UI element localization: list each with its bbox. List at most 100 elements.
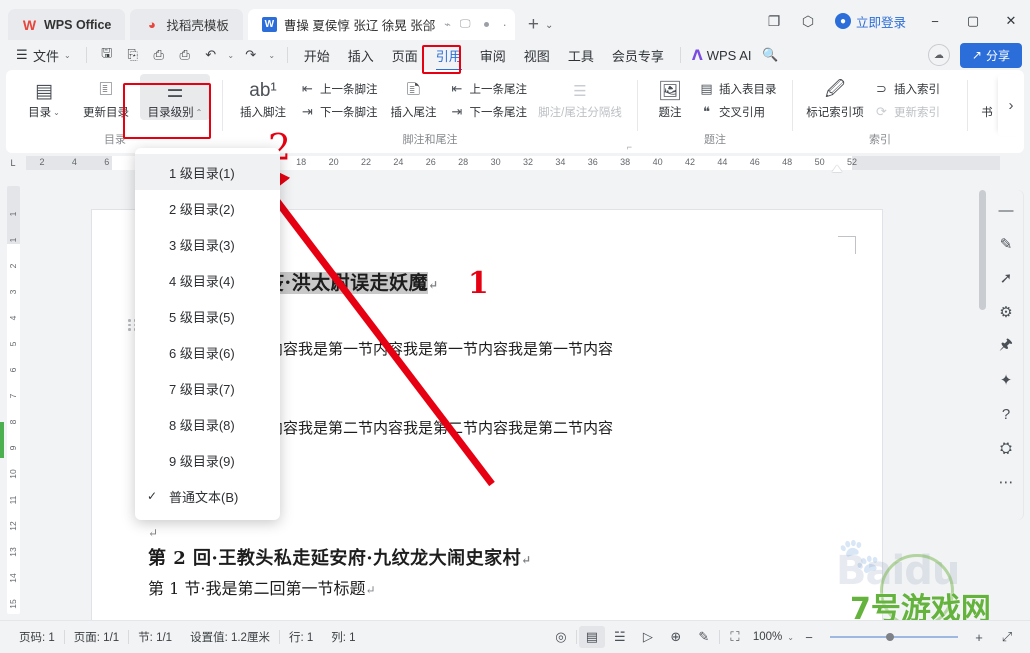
dropdown-item-1[interactable]: 1 级目录(1) [135,154,280,190]
caption-button[interactable]: 🖼 题注 [646,74,694,120]
dropdown-item-7[interactable]: 7 级目录(7) [135,370,280,406]
search-icon[interactable]: 🔍 [757,44,783,66]
pen-tool-icon[interactable]: ✎ [691,626,717,648]
status-page-number[interactable]: 页码: 1 [10,629,64,645]
status-setting-value[interactable]: 设置值: 1.2厘米 [181,629,279,645]
template-star-icon[interactable]: ⛭ [992,434,1020,462]
minimize-button[interactable]: − [916,7,954,35]
redo-icon[interactable]: ↷ [238,44,264,66]
prev-endnote-button[interactable]: ⇤ 上一条尾注 [445,79,533,99]
print-icon[interactable]: ⎙ [146,44,172,66]
menu-tab-reference[interactable]: 引用 [427,43,471,71]
toc-level-button[interactable]: ☰ 目录级别 ⌃ [140,74,210,120]
zoom-in-button[interactable]: + [966,626,992,648]
menu-tab-page[interactable]: 页面 [383,43,427,68]
dropdown-item-2[interactable]: 2 级目录(2) [135,190,280,226]
insert-index-button[interactable]: ⊃ 插入索引 [869,79,945,99]
undo-caret-icon[interactable]: ⌄ [224,44,238,66]
dropdown-item-9[interactable]: 9 级目录(9) [135,442,280,478]
close-button[interactable]: ✕ [992,7,1030,35]
help-circle-icon[interactable]: ? [992,400,1020,428]
close-icon[interactable]: · [503,17,507,32]
next-footnote-button[interactable]: ⇥ 下一条脚注 [295,102,383,122]
scrollbar-thumb[interactable] [979,190,986,310]
status-section[interactable]: 节: 1/1 [129,629,181,645]
update-toc-button[interactable]: 🗉 更新目录 [72,74,140,120]
right-tool-rail[interactable]: — ✎ ➚ ⚙ 🖈 ✦? ⛭ ⋯ [988,190,1024,520]
cross-reference-button[interactable]: ❝ 交叉引用 [694,102,782,122]
tab-stop-selector[interactable]: L [0,158,26,168]
status-page-count[interactable]: 页面: 1/1 [65,629,128,645]
dropdown-item-3[interactable]: 3 级目录(3) [135,226,280,262]
toc-level-dropdown[interactable]: 1 级目录(1) 2 级目录(2) 3 级目录(3) 4 级目录(4) 5 级目录(5)… [135,148,280,520]
share-button[interactable]: ↗ 分享 [959,42,1022,68]
dropdown-item-8[interactable]: 8 级目录(8) [135,406,280,442]
new-tab-button[interactable]: + [528,14,539,36]
eye-icon[interactable]: ◎ [548,626,574,648]
insert-table-of-figures-button[interactable]: ▤ 插入表目录 [694,79,782,99]
insert-footnote-button[interactable]: ab¹ 插入脚注 [231,74,295,120]
dropdown-item-4[interactable]: 4 级目录(4) [135,262,280,298]
copy-window-icon[interactable]: ❐ [757,7,791,35]
zoom-out-button[interactable]: − [796,626,822,648]
indent-marker[interactable] [832,165,842,172]
expand-dialog-icon[interactable]: ⌐ [627,142,632,152]
minus-icon[interactable]: — [992,196,1020,224]
focus-view-icon[interactable]: ⛶ [722,626,748,648]
vertical-ruler[interactable]: 11234567891011121314151617 [0,186,26,653]
pen-icon[interactable]: ✎ [992,230,1020,258]
zoom-slider[interactable] [830,630,958,644]
stamp-icon[interactable]: 🖈 [992,332,1020,360]
mark-index-entry-button[interactable]: 🖉 标记索引项 [801,74,869,120]
doc-line-empty[interactable]: ↵ [148,521,838,544]
slider-knob[interactable] [886,633,894,641]
dropdown-item-10[interactable]: ✓ 普通文本(B) [135,478,280,514]
chevron-down-icon[interactable]: ⌄ [787,633,794,642]
doc-line-heading2[interactable]: 第 2 回·王教头私走延安府·九纹龙大闹史家村↵ [148,544,838,575]
toc-button[interactable]: ▤ 目录 ⌄ [16,74,72,120]
next-endnote-button[interactable]: ⇥ 下一条尾注 [445,102,533,122]
menu-tab-member[interactable]: 会员专享 [603,43,673,68]
magic-wand-icon[interactable]: ✦ [992,366,1020,394]
status-column[interactable]: 列: 1 [322,629,364,645]
save-cloud-icon[interactable]: ⎘ [120,44,146,66]
play-view-icon[interactable]: ▷ [635,626,661,648]
redo-caret-icon[interactable]: ⌄ [264,44,280,66]
menu-tab-review[interactable]: 审阅 [471,43,515,68]
dropdown-item-label: 8 级目录(8) [169,417,235,433]
menu-tab-tools[interactable]: 工具 [559,43,603,68]
tab-document[interactable]: W 曹操 夏侯惇 张辽 徐晃 张郃 ⌁ 🖵 · [247,9,515,40]
login-button[interactable]: ● 立即登录 [834,12,906,31]
web-view-icon[interactable]: ⊕ [663,626,689,648]
menu-tab-view[interactable]: 视图 [515,43,559,68]
bookmark-button[interactable]: 书 [976,74,998,120]
cursor-icon[interactable]: ➚ [992,264,1020,292]
save-icon[interactable]: 🖫 [94,44,120,66]
prev-footnote-button[interactable]: ⇤ 上一条脚注 [295,79,383,99]
dropdown-item-6[interactable]: 6 级目录(6) [135,334,280,370]
outline-view-icon[interactable]: ☱ [607,626,633,648]
tab-wps-office[interactable]: W WPS Office [8,9,126,40]
chevron-down-icon[interactable]: ⌄ [545,20,553,31]
fullscreen-icon[interactable]: ⤢ [994,626,1020,648]
insert-endnote-button[interactable]: 🗈 插入尾注 [383,74,445,120]
doc-line-sub4[interactable]: 第 1 节·我是第二回第一节标题↵ [148,575,838,603]
more-dots-icon[interactable]: ⋯ [992,468,1020,496]
maximize-button[interactable]: ▢ [954,7,992,35]
tab-template-store[interactable]: ◕ 找稻壳模板 [130,9,243,40]
status-row[interactable]: 行: 1 [280,629,322,645]
cube-icon[interactable]: ⬡ [791,7,825,35]
wps-ai-button[interactable]: ᐱ WPS AI [692,47,752,64]
undo-icon[interactable]: ↶ [198,44,224,66]
menu-tab-start[interactable]: 开始 [295,43,339,68]
menu-tab-insert[interactable]: 插入 [339,43,383,68]
zoom-level-label[interactable]: 100% [750,631,785,643]
page-view-icon[interactable]: ▤ [578,626,605,648]
file-menu-button[interactable]: ☰ 文件 ⌄ [8,43,79,68]
print-preview-icon[interactable]: ⎙ [172,44,198,66]
dropdown-item-5[interactable]: 5 级目录(5) [135,298,280,334]
vertical-scrollbar[interactable] [979,190,986,607]
ribbon-overflow-button[interactable]: › [998,74,1024,136]
cloud-status-icon[interactable]: ☁ [927,44,950,66]
settings-sliders-icon[interactable]: ⚙ [992,298,1020,326]
